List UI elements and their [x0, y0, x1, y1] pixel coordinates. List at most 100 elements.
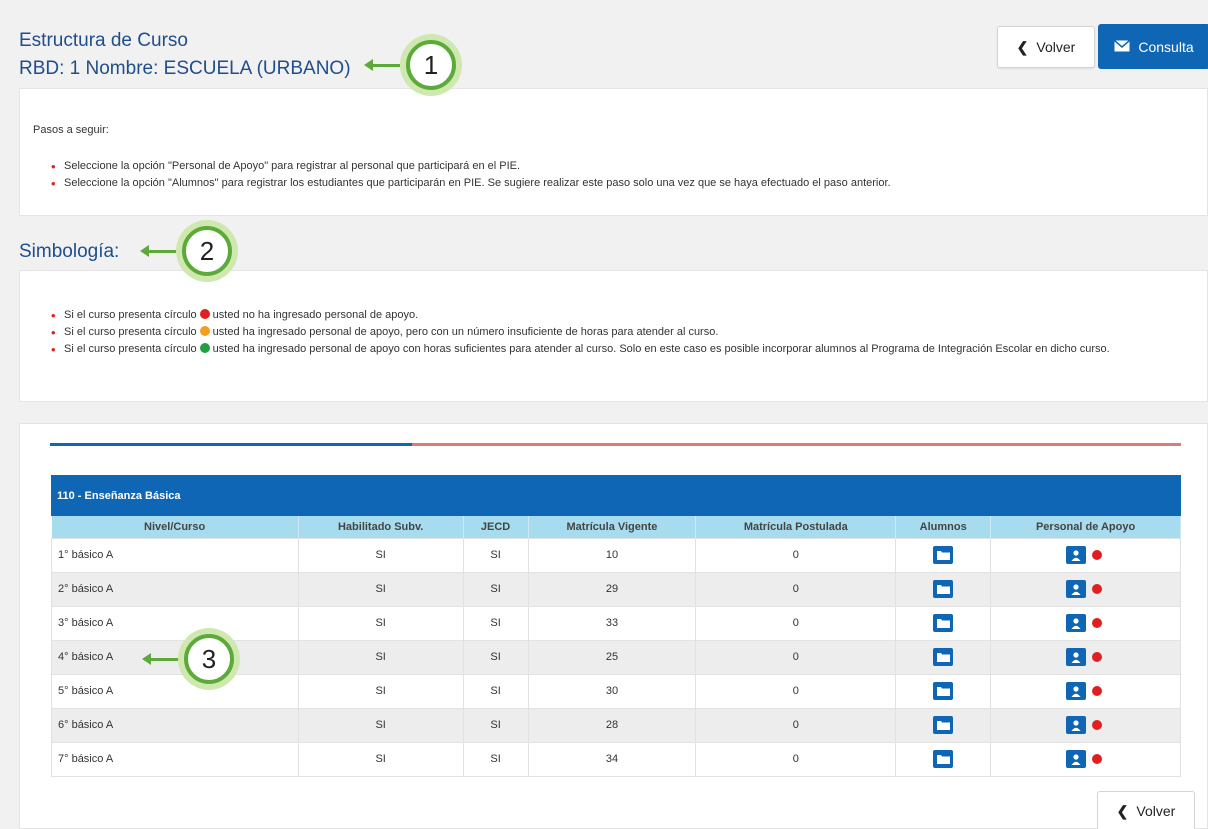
alumnos-cell — [895, 537, 992, 573]
red-circle-icon — [199, 309, 210, 319]
pasos-item: Seleccione la opción "Personal de Apoyo"… — [51, 158, 1187, 175]
status-circle-icon — [1092, 550, 1103, 560]
personal-apoyo-cell — [990, 537, 1181, 573]
alumnos-cell — [895, 707, 992, 743]
col-alumnos: Alumnos — [895, 516, 992, 538]
table-cell: SI — [297, 639, 464, 675]
status-circle-icon — [1092, 618, 1103, 628]
table-row: 2° básico A SI SI 29 0 — [51, 571, 1181, 607]
callout-arrow — [364, 59, 402, 71]
col-matricula-vigente: Matrícula Vigente — [528, 516, 697, 538]
green-circle-icon — [199, 343, 210, 353]
table-cell: SI — [462, 605, 529, 641]
personal-apoyo-cell — [990, 673, 1181, 709]
table-cell: SI — [462, 639, 529, 675]
simbologia-text: Si el curso presenta círculo — [64, 309, 197, 321]
table-cell: 10 — [527, 537, 697, 573]
envelope-icon — [1114, 39, 1131, 55]
col-habilitado: Habilitado Subv. — [298, 516, 464, 538]
table-cell: 4° básico A — [51, 639, 299, 675]
folder-icon[interactable] — [933, 614, 954, 632]
pasos-item: Seleccione la opción "Alumnos" para regi… — [51, 175, 1187, 192]
status-circle-icon — [1092, 686, 1103, 696]
folder-icon[interactable] — [933, 580, 954, 598]
table-cell: SI — [462, 673, 529, 709]
col-jecd: JECD — [463, 516, 529, 538]
folder-icon[interactable] — [933, 750, 954, 768]
personal-apoyo-cell — [990, 707, 1181, 743]
alumnos-cell — [895, 741, 992, 777]
table-cell: SI — [297, 605, 464, 641]
callout-3: 3 — [178, 628, 240, 690]
status-circle-icon — [1092, 584, 1103, 594]
personal-apoyo-cell — [990, 741, 1181, 777]
table-cell: 28 — [527, 707, 697, 743]
table-row: 1° básico A SI SI 10 0 — [51, 537, 1181, 573]
simbologia-item: Si el curso presenta círculo usted ha ing… — [51, 341, 1187, 358]
user-icon[interactable] — [1066, 648, 1087, 666]
folder-icon[interactable] — [933, 682, 954, 700]
consulta-button[interactable]: Consulta — [1098, 24, 1208, 69]
status-circle-icon — [1092, 754, 1103, 764]
section-header: 110 - Enseñanza Básica — [51, 475, 1181, 516]
table-cell: 34 — [527, 741, 697, 777]
simbologia-text: usted ha ingresado personal de apoyo con… — [212, 343, 1110, 355]
table-cell: SI — [297, 707, 464, 743]
user-icon[interactable] — [1066, 546, 1087, 564]
simbologia-item: Si el curso presenta círculo usted no ha … — [51, 307, 1187, 324]
volver-button[interactable]: ❮ Volver — [997, 26, 1095, 68]
consulta-label: Consulta — [1138, 38, 1194, 55]
user-icon[interactable] — [1066, 682, 1087, 700]
alumnos-cell — [895, 571, 992, 607]
simbologia-text: Si el curso presenta círculo — [64, 326, 197, 338]
chevron-left-icon: ❮ — [1116, 802, 1129, 819]
table-row: 6° básico A SI SI 28 0 — [51, 707, 1181, 743]
pasos-panel: Pasos a seguir: Seleccione la opción "Pe… — [19, 88, 1208, 216]
personal-apoyo-cell — [990, 639, 1181, 675]
simbologia-title: Simbología: — [19, 241, 120, 262]
table-cell: 5° básico A — [51, 673, 299, 709]
status-circle-icon — [1092, 652, 1103, 662]
table-cell: 0 — [695, 605, 897, 641]
folder-icon[interactable] — [933, 716, 954, 734]
table-cell: SI — [462, 707, 529, 743]
table-cell: 0 — [695, 673, 897, 709]
volver-label: Volver — [1036, 39, 1076, 55]
table-cell: SI — [462, 741, 529, 777]
table-cell: 2° básico A — [51, 571, 299, 607]
table-cell: 0 — [695, 639, 897, 675]
table-cell: 25 — [527, 639, 697, 675]
table-row: 7° básico A SI SI 34 0 — [51, 741, 1181, 777]
callout-number: 2 — [182, 226, 232, 276]
simbologia-item: Si el curso presenta círculo usted ha ing… — [51, 324, 1187, 341]
user-icon[interactable] — [1066, 580, 1087, 598]
simbologia-panel: Si el curso presenta círculo usted no ha … — [19, 270, 1208, 402]
orange-circle-icon — [199, 326, 210, 336]
tab-indicator-active — [50, 443, 412, 446]
col-nivel-curso: Nivel/Curso — [51, 516, 299, 538]
folder-icon[interactable] — [933, 648, 954, 666]
page-title: Estructura de Curso — [19, 30, 188, 51]
table-cell: SI — [297, 673, 464, 709]
personal-apoyo-cell — [990, 605, 1181, 641]
user-icon[interactable] — [1066, 716, 1087, 734]
callout-1: 1 — [400, 34, 462, 96]
pasos-title: Pasos a seguir: — [33, 124, 109, 136]
table-cell: SI — [297, 537, 464, 573]
table-cell: SI — [462, 537, 529, 573]
callout-arrow — [140, 245, 178, 257]
table-cell: 0 — [695, 707, 897, 743]
user-icon[interactable] — [1066, 750, 1087, 768]
personal-apoyo-cell — [990, 571, 1181, 607]
user-icon[interactable] — [1066, 614, 1087, 632]
callout-arrow — [142, 653, 180, 665]
chevron-left-icon: ❮ — [1016, 38, 1029, 55]
table-header-row: Nivel/Curso Habilitado Subv. JECD Matríc… — [51, 516, 1181, 538]
col-personal-apoyo: Personal de Apoyo — [990, 516, 1181, 538]
course-table-panel: 110 - Enseñanza Básica Nivel/Curso Habil… — [19, 423, 1208, 829]
folder-icon[interactable] — [933, 546, 954, 564]
volver-bottom-button[interactable]: ❮ Volver — [1097, 791, 1195, 829]
tab-indicator-inactive — [412, 443, 1181, 446]
simbologia-text: Si el curso presenta círculo — [64, 343, 197, 355]
table-cell: 0 — [695, 537, 897, 573]
